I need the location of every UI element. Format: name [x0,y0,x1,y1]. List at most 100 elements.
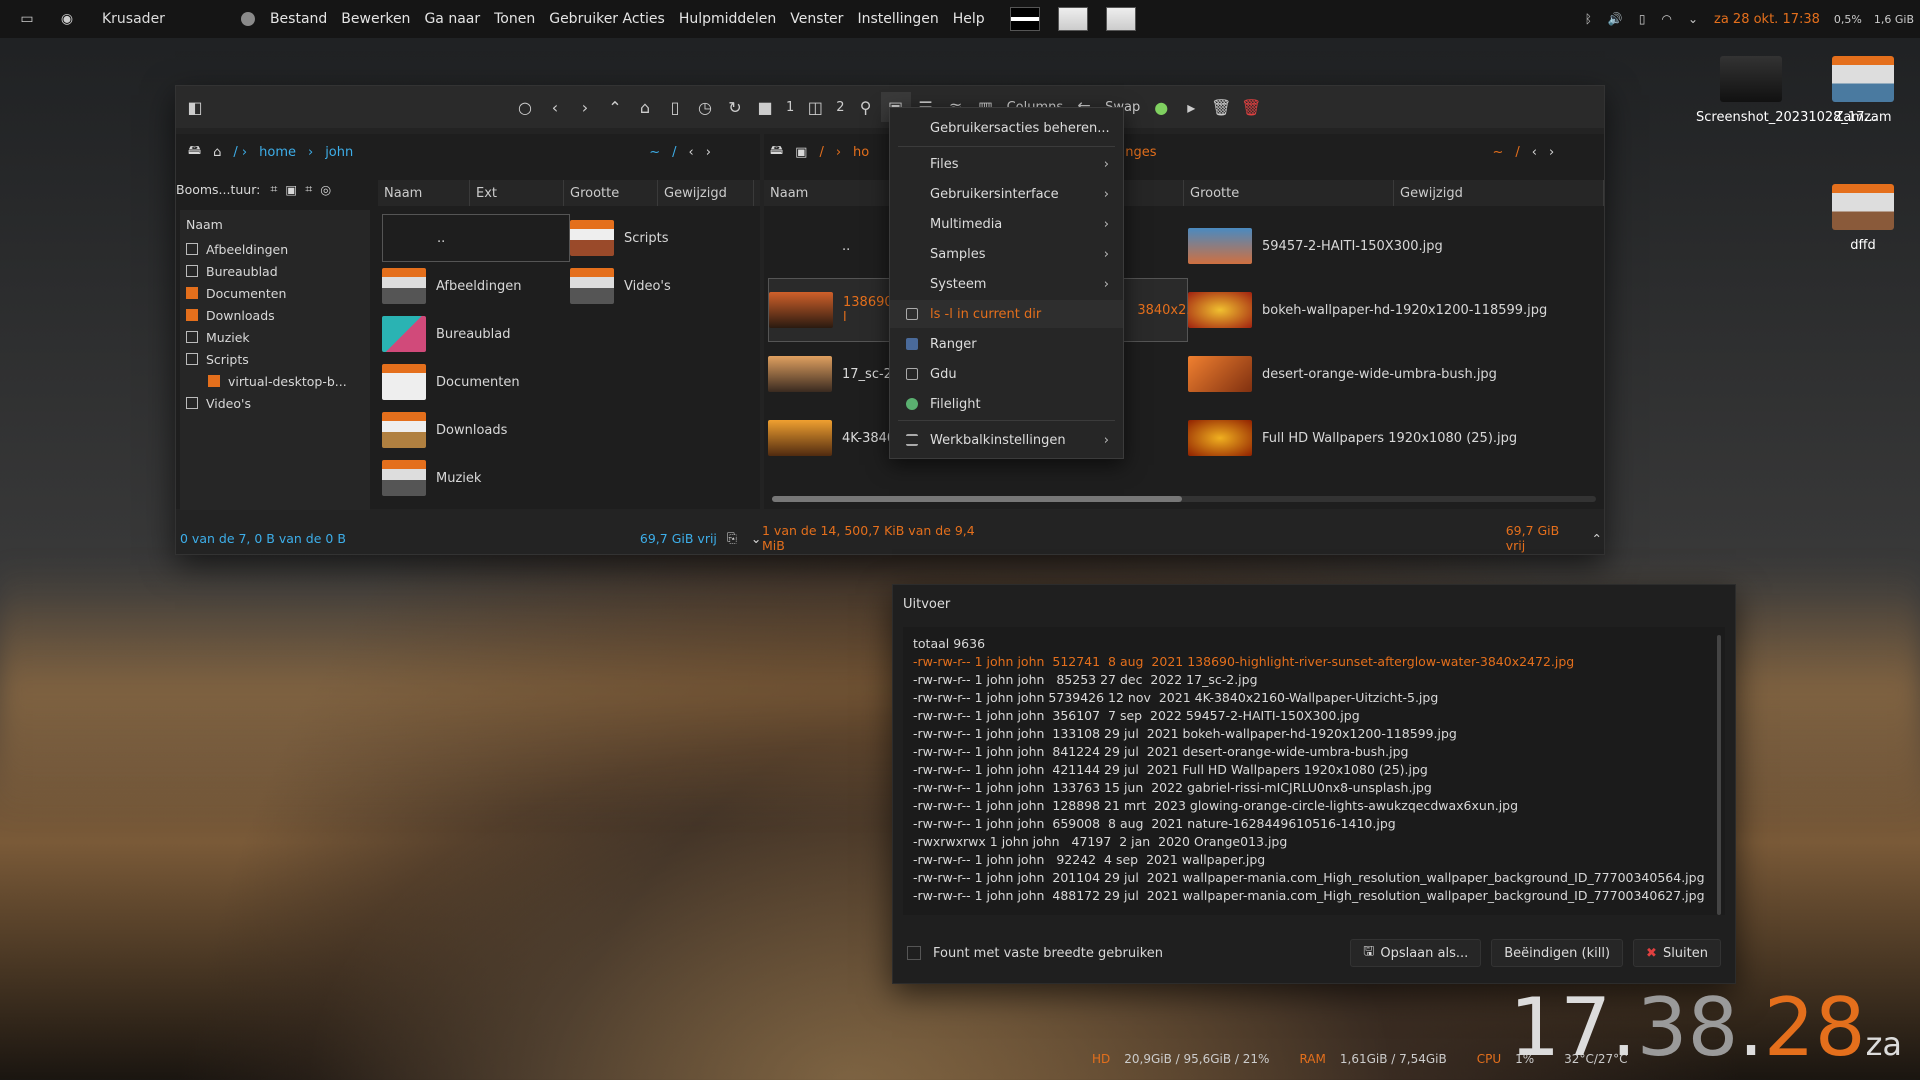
copy-icon[interactable]: ⎘ [727,530,737,546]
up-icon[interactable]: ⌃ [600,92,630,122]
list-item[interactable]: Scripts [570,214,758,262]
menu-instellingen[interactable]: Instellingen [850,11,945,27]
list-item[interactable]: desert-orange-wide-umbra-bush.jpg [1188,342,1602,406]
forward-icon[interactable]: › [570,92,600,122]
tray-clock[interactable]: za 28 okt. 17:38 [1714,12,1820,27]
select-icon[interactable]: ⌗ [305,181,312,197]
forward-icon[interactable]: › [706,145,711,160]
search-icon[interactable]: ⚲ [851,92,881,122]
desktop-icon-zamzam[interactable]: Zamzam [1808,56,1918,125]
menu-item-manage[interactable]: Gebruikersacties beheren... [890,114,1123,142]
menu-item-samples[interactable]: Samples › [890,240,1123,268]
list-item[interactable]: 59457-2-HAITI-150X300.jpg [1188,214,1602,278]
filelight-icon[interactable]: ● [1146,92,1176,122]
disk-icon[interactable]: 🖴 [188,141,201,163]
tree-item-videos[interactable]: Video's [180,392,370,414]
delete-icon[interactable]: 🗑 [1236,92,1266,122]
list-item[interactable]: Documenten [382,358,570,406]
menu-gebruiker-acties[interactable]: Gebruiker Acties [542,11,672,27]
breadcrumb-home[interactable]: ho [853,145,869,160]
vertical-scrollbar[interactable] [1717,635,1721,915]
menu-bestand[interactable]: Bestand [263,11,334,27]
refresh-icon[interactable]: ↻ [720,92,750,122]
tree-item-documenten[interactable]: Documenten [180,282,370,304]
breadcrumb-john[interactable]: john [325,145,353,160]
menu-help[interactable]: Help [946,11,992,27]
disk-icon[interactable]: 🖴 [770,141,783,163]
menu-item-werkbalkinstellingen[interactable]: Werkbalkinstellingen › [890,426,1123,454]
menu-hulpmiddelen[interactable]: Hulpmiddelen [672,11,783,27]
trash-icon[interactable]: 🗑 [1206,92,1236,122]
list-item[interactable]: Afbeeldingen [382,262,570,310]
menu-tonen[interactable]: Tonen [487,11,542,27]
tree-item-muziek[interactable]: Muziek [180,326,370,348]
network-icon[interactable]: ◠ [1661,12,1671,26]
tree-item-scripts[interactable]: Scripts [180,348,370,370]
battery-icon[interactable]: ▯ [1639,12,1646,26]
bookmark-icon[interactable]: ▯ [660,92,690,122]
breadcrumb-current[interactable]: nges [1125,145,1156,160]
bluetooth-icon[interactable]: ᛒ [1585,12,1592,26]
menu-item-filelight[interactable]: Filelight [890,390,1123,418]
fixed-font-checkbox[interactable] [907,946,921,960]
menu-item-ls-l[interactable]: ls -l in current dir [890,300,1123,328]
activities-icon[interactable]: ▭ [14,9,40,29]
menu-item-ranger[interactable]: Ranger [890,330,1123,358]
menu-item-files[interactable]: Files › [890,150,1123,178]
horizontal-scrollbar[interactable] [772,496,1596,502]
home-icon[interactable]: ⌂ [213,145,221,160]
list-item[interactable]: Full HD Wallpapers 1920x1080 (25).jpg [1188,406,1602,470]
list-item[interactable]: .. [382,214,570,262]
output-text[interactable]: totaal 9636 -rw-rw-r-- 1 john john 512741… [903,627,1725,915]
col-naam[interactable]: Naam [378,180,470,206]
chevron-down-icon[interactable]: ⌄ [751,531,761,546]
tree-item-afbeeldingen[interactable]: Afbeeldingen [180,238,370,260]
volume-icon[interactable]: 🔊 [1608,12,1623,26]
tree-option-icon[interactable]: ⌗ [270,181,277,197]
home-icon[interactable]: ⌂ [630,92,660,122]
image-icon[interactable]: ▣ [795,145,807,160]
list-item[interactable]: Downloads [382,406,570,454]
col-ext[interactable]: Ext [470,180,564,206]
back-icon[interactable]: ‹ [1532,145,1537,160]
view-2-icon[interactable]: ◫ [800,92,830,122]
taskbar-window-1[interactable] [1009,7,1040,31]
menu-venster[interactable]: Venster [783,11,850,27]
list-item[interactable]: bokeh-wallpaper-hd-1920x1200-118599.jpg [1188,278,1602,342]
col-gewijzigd[interactable]: Gewijzigd [1394,180,1604,206]
taskbar-window-2[interactable] [1057,7,1088,31]
menu-item-gdu[interactable]: Gdu [890,360,1123,388]
stop-icon[interactable]: ○ [510,92,540,122]
scrollbar-thumb[interactable] [772,496,1182,502]
save-as-button[interactable]: 🖫 Opslaan als... [1350,939,1482,967]
kill-button[interactable]: Beëindigen (kill) [1491,939,1624,967]
desktop-icon-dffd[interactable]: dffd [1808,184,1918,253]
menu-ga-naar[interactable]: Ga naar [417,11,487,27]
settings-icon[interactable]: ◎ [320,182,331,197]
view-1-icon[interactable]: ■ [750,92,780,122]
menu-bewerken[interactable]: Bewerken [334,11,417,27]
close-button[interactable]: ✖ Sluiten [1633,939,1721,967]
image-icon[interactable]: ▣ [285,182,297,197]
tree-item-downloads[interactable]: Downloads [180,304,370,326]
col-grootte[interactable]: Grootte [564,180,658,206]
chevron-up-icon[interactable]: ⌃ [1592,531,1602,546]
menu-item-multimedia[interactable]: Multimedia › [890,210,1123,238]
history-icon[interactable]: ◷ [690,92,720,122]
menu-item-gebruikersinterface[interactable]: Gebruikersinterface › [890,180,1123,208]
back-icon[interactable]: ‹ [540,92,570,122]
menu-item-systeem[interactable]: Systeem › [890,270,1123,298]
back-icon[interactable]: ‹ [689,145,694,160]
desktop-icon-screenshot[interactable]: Screenshot_20231028_17... [1696,56,1877,125]
tree-item-virtual-desktop[interactable]: virtual-desktop-b... [180,370,370,392]
tree-item-bureaublad[interactable]: Bureaublad [180,260,370,282]
terminal-icon[interactable]: ▸ [1176,92,1206,122]
breadcrumb-home[interactable]: home [259,145,296,160]
chevron-down-icon[interactable]: ⌄ [1688,12,1698,26]
col-grootte[interactable]: Grootte [1184,180,1394,206]
taskbar-window-3[interactable] [1105,7,1136,31]
screenshot-icon[interactable]: ◉ [54,9,80,29]
list-item[interactable]: Muziek [382,454,570,502]
list-item[interactable]: Bureaublad [382,310,570,358]
list-item[interactable]: Video's [570,262,758,310]
